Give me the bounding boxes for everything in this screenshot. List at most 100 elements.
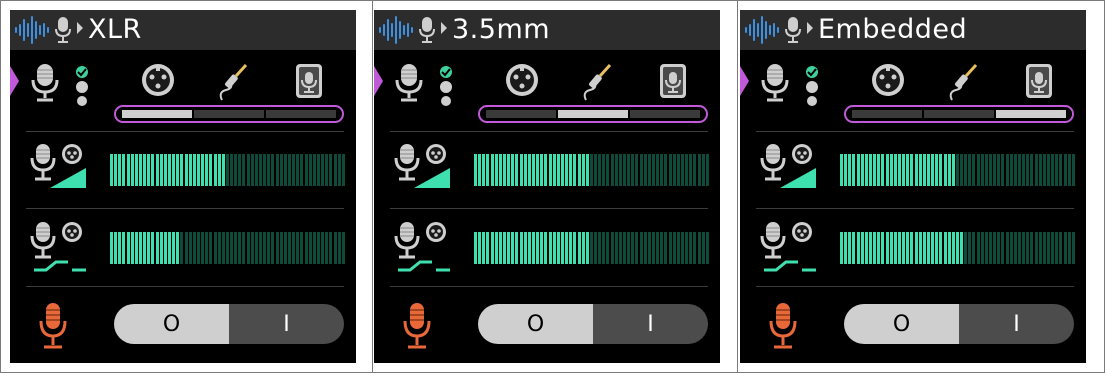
embedded-mic-icon[interactable] [658, 62, 688, 100]
meter-segment [1042, 154, 1046, 186]
meter-segment [573, 154, 577, 186]
meter-segment [906, 154, 910, 186]
toggle-off-option[interactable]: O [478, 304, 593, 344]
meter-segment [283, 154, 287, 186]
meter-segment [225, 154, 229, 186]
source-selector[interactable] [844, 105, 1074, 123]
meter-segment [292, 232, 296, 264]
meter-segment [560, 154, 564, 186]
meter-segment [126, 232, 130, 264]
meter-segment [138, 232, 142, 264]
meter-segment [660, 232, 664, 264]
meter-segment [897, 232, 901, 264]
meter-segment [840, 154, 843, 186]
xlr-connector-icon[interactable] [870, 62, 906, 98]
meter-segment [652, 154, 656, 186]
meter-segment [672, 232, 676, 264]
source-selector[interactable] [114, 105, 344, 123]
meter-segment [188, 154, 192, 186]
source-segment-embedded[interactable] [266, 110, 336, 118]
meter-segment [502, 154, 506, 186]
meter-segment [697, 154, 701, 186]
xlr-connector-icon[interactable] [504, 62, 540, 98]
meter-segment [606, 154, 610, 186]
selection-indicator-icon [740, 66, 749, 96]
source-segment-3-5mm[interactable] [194, 110, 264, 118]
meter-segment [918, 232, 922, 264]
toggle-on-option[interactable]: I [593, 304, 708, 344]
meter-segment [110, 232, 113, 264]
meter-segment [877, 154, 881, 186]
meter-segment [868, 154, 872, 186]
meter-segment [143, 154, 147, 186]
meter-segment [685, 232, 689, 264]
low-cut-meter[interactable] [110, 232, 346, 264]
meter-segment [893, 232, 897, 264]
xlr-connector-icon[interactable] [140, 62, 176, 98]
source-segment-xlr[interactable] [852, 110, 922, 118]
source-status-dots [806, 66, 818, 106]
embedded-mic-icon[interactable] [1024, 62, 1054, 100]
toggle-on-option[interactable]: I [959, 304, 1074, 344]
meter-segment [1055, 232, 1059, 264]
input-gain-icon [394, 144, 450, 188]
meter-segment [494, 232, 498, 264]
minijack-cable-icon[interactable] [946, 62, 982, 102]
low-cut-meter[interactable] [840, 232, 1076, 264]
source-segment-3-5mm[interactable] [558, 110, 628, 118]
source-segment-xlr[interactable] [122, 110, 192, 118]
embedded-mic-icon[interactable] [294, 62, 324, 100]
meter-segment [188, 232, 192, 264]
toggle-off-option[interactable]: O [114, 304, 229, 344]
meter-segment [308, 232, 312, 264]
meter-segment [647, 232, 651, 264]
meter-segment [494, 154, 498, 186]
row-divider [756, 131, 1074, 132]
mute-toggle[interactable]: O I [114, 304, 344, 344]
input-gain-meter[interactable] [110, 154, 346, 186]
meter-segment [143, 232, 147, 264]
minijack-cable-icon[interactable] [216, 62, 252, 102]
meter-segment [325, 232, 329, 264]
source-segment-embedded[interactable] [996, 110, 1066, 118]
microphone-mute-icon [39, 303, 67, 349]
meter-segment [939, 154, 943, 186]
meter-segment [577, 154, 581, 186]
meter-segment [221, 154, 225, 186]
meter-segment [163, 154, 167, 186]
meter-segment [585, 232, 589, 264]
minijack-cable-icon[interactable] [580, 62, 616, 102]
source-selector[interactable] [478, 105, 708, 123]
mute-toggle[interactable]: O I [478, 304, 708, 344]
toggle-off-option[interactable]: O [844, 304, 959, 344]
toggle-on-option[interactable]: I [229, 304, 344, 344]
input-gain-meter[interactable] [840, 154, 1076, 186]
meter-segment [114, 154, 118, 186]
meter-segment [317, 232, 321, 264]
meter-segment [172, 154, 176, 186]
meter-segment [960, 232, 964, 264]
input-gain-meter[interactable] [474, 154, 710, 186]
mute-toggle[interactable]: O I [844, 304, 1074, 344]
meter-segment [976, 154, 980, 186]
low-cut-meter[interactable] [474, 232, 710, 264]
meter-segment [259, 232, 263, 264]
row-divider [26, 208, 344, 209]
source-segment-3-5mm[interactable] [924, 110, 994, 118]
meter-segment [296, 154, 300, 186]
meter-segment [848, 232, 852, 264]
meter-segment [1047, 154, 1051, 186]
source-segment-xlr[interactable] [486, 110, 556, 118]
meter-segment [693, 154, 697, 186]
meter-segment [873, 154, 877, 186]
meter-segment [676, 232, 680, 264]
source-segment-embedded[interactable] [630, 110, 700, 118]
meter-segment [523, 232, 527, 264]
meter-segment [660, 154, 664, 186]
meter-segment [897, 154, 901, 186]
meter-segment [1055, 154, 1059, 186]
meter-segment [997, 154, 1001, 186]
panel-divider [372, 0, 373, 373]
meter-segment [581, 154, 585, 186]
meter-segment [565, 154, 569, 186]
